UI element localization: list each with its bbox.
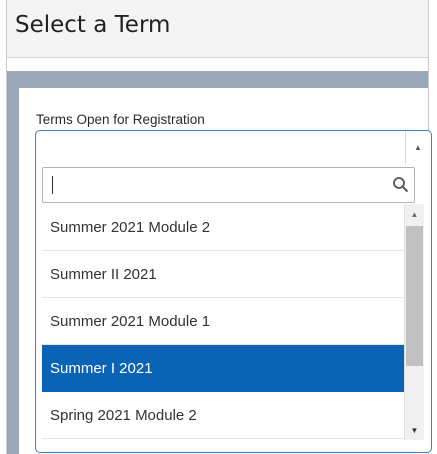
term-option[interactable]: Summer II 2021 <box>42 251 404 298</box>
page-header: Select a Term <box>7 0 428 58</box>
term-option[interactable]: Spring 2021 Module 2 <box>42 392 404 439</box>
term-option-label: Spring 2021 Module 2 <box>50 406 197 424</box>
header-spacer <box>7 58 428 71</box>
dropdown-toggle-button[interactable]: ▲ <box>405 131 430 164</box>
scroll-up-button[interactable]: ▲ <box>405 204 424 224</box>
term-option[interactable]: Summer 2021 Module 2 <box>42 204 404 251</box>
terms-field-label: Terms Open for Registration <box>36 112 205 127</box>
triangle-up-icon: ▲ <box>414 143 422 152</box>
term-option[interactable]: Summer 2021 Module 1 <box>42 298 404 345</box>
scroll-thumb[interactable] <box>406 226 423 366</box>
term-option[interactable]: Summer I 2021 <box>42 345 404 392</box>
term-option-label: Summer II 2021 <box>50 265 157 283</box>
triangle-down-icon: ▼ <box>410 425 419 435</box>
term-option-label: Summer I 2021 <box>50 359 153 377</box>
page-title: Select a Term <box>15 12 171 38</box>
list-scrollbar[interactable]: ▲ ▼ <box>404 204 424 440</box>
term-options-list: Summer 2021 Module 2 Summer II 2021 Summer… <box>42 204 404 440</box>
triangle-up-icon: ▲ <box>410 209 419 219</box>
term-option-label: Summer 2021 Module 2 <box>50 218 211 236</box>
text-cursor <box>52 176 53 194</box>
term-search-input[interactable] <box>42 167 415 203</box>
search-icon <box>393 177 409 193</box>
term-option-label: Summer 2021 Module 1 <box>50 312 211 330</box>
scroll-down-button[interactable]: ▼ <box>405 420 424 440</box>
